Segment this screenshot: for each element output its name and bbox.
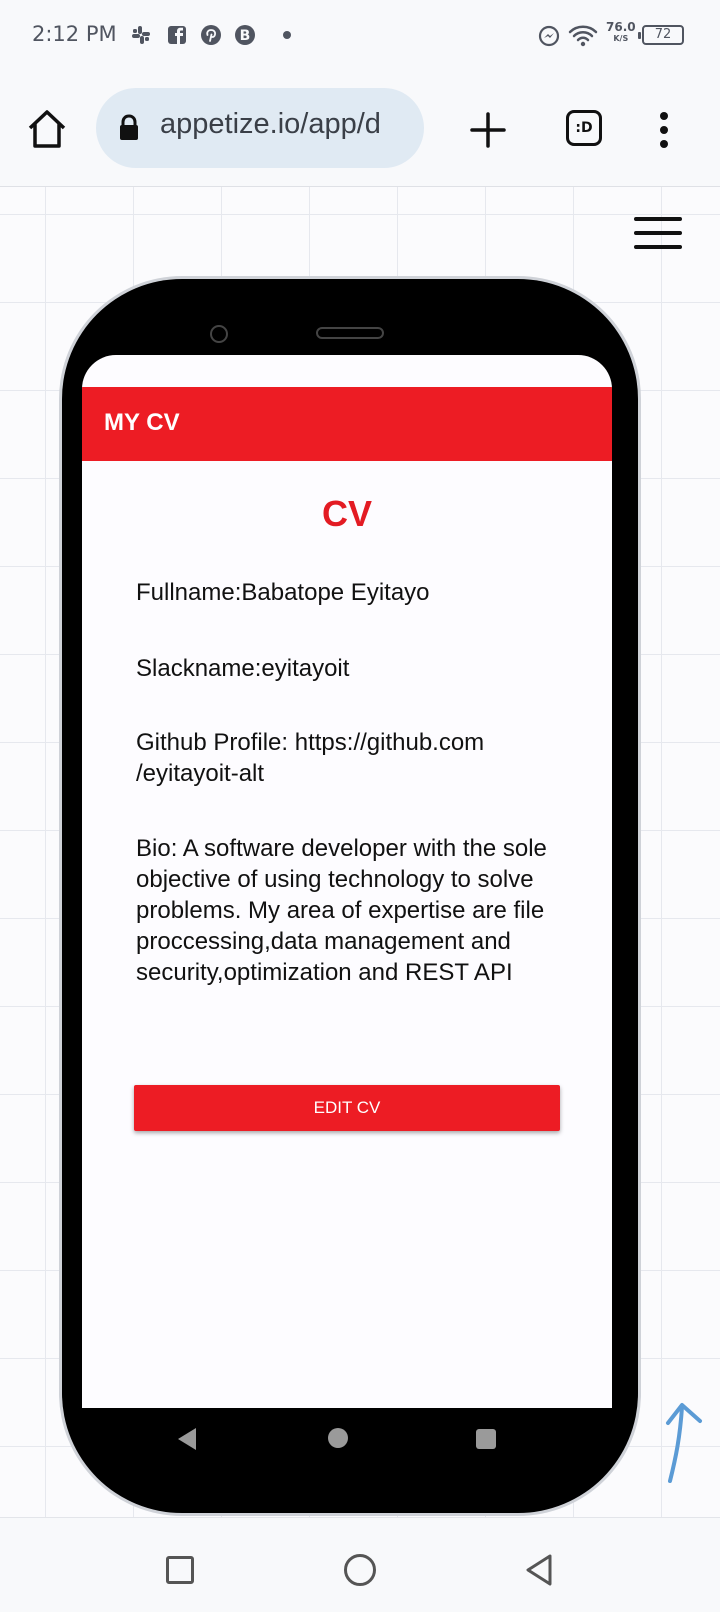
speaker-grille xyxy=(316,327,384,339)
b-icon: B xyxy=(235,25,255,45)
messenger-icon xyxy=(538,25,560,47)
wifi-icon xyxy=(568,25,598,47)
slackname-text: Slackname:eyitayoit xyxy=(136,655,350,682)
pinterest-icon xyxy=(201,25,221,45)
lock-icon xyxy=(120,114,138,140)
battery-icon: 72 xyxy=(638,25,684,45)
scroll-up-arrow-icon[interactable] xyxy=(662,1397,710,1483)
net-speed-value: 76.0 xyxy=(606,20,636,34)
emulator-nav-bar xyxy=(82,1408,612,1488)
camera-icon xyxy=(210,325,228,343)
status-bar: 2:12 PM B 76.0 K/S 72 xyxy=(0,0,720,72)
emulator-back-icon[interactable] xyxy=(178,1428,196,1450)
phone-emulator-frame: MY CV CV Fullname:Babatope Eyitayo Slack… xyxy=(62,279,638,1513)
screen: 2:12 PM B 76.0 K/S 72 appetize.io/app/d … xyxy=(0,0,720,1612)
address-bar[interactable]: appetize.io/app/d xyxy=(96,88,424,168)
home-nav-icon[interactable] xyxy=(344,1554,376,1586)
net-speed-unit: K/S xyxy=(613,34,629,43)
bio-text: Bio: A software developer with the sole … xyxy=(136,835,547,986)
more-menu-icon[interactable] xyxy=(652,108,676,152)
emulator-home-icon[interactable] xyxy=(328,1428,348,1448)
recents-icon[interactable] xyxy=(166,1556,194,1584)
slack-icon xyxy=(132,26,150,44)
hamburger-menu-icon[interactable] xyxy=(634,215,684,251)
emulator-recents-icon[interactable] xyxy=(476,1429,496,1449)
facebook-icon xyxy=(168,26,186,44)
home-icon[interactable] xyxy=(24,106,70,152)
app-screen[interactable]: MY CV CV Fullname:Babatope Eyitayo Slack… xyxy=(82,355,612,1408)
fullname-text: Fullname:Babatope Eyitayo xyxy=(136,579,430,606)
tabs-button[interactable]: :D xyxy=(566,110,602,146)
web-page: MY CV CV Fullname:Babatope Eyitayo Slack… xyxy=(0,187,720,1517)
github-profile-text: Github Profile: https://github.com /eyit… xyxy=(136,729,485,787)
back-icon[interactable] xyxy=(522,1552,556,1588)
url-text: appetize.io/app/d xyxy=(160,108,381,140)
edit-cv-button[interactable]: EDIT CV xyxy=(134,1085,560,1131)
dot-icon xyxy=(283,31,291,39)
net-speed: 76.0 K/S xyxy=(606,20,636,44)
status-time: 2:12 PM xyxy=(32,22,117,46)
browser-toolbar: appetize.io/app/d :D xyxy=(0,72,720,187)
cv-heading: CV xyxy=(321,493,372,534)
app-title: MY CV xyxy=(104,409,180,436)
app-bar: MY CV xyxy=(82,387,612,461)
svg-text:B: B xyxy=(240,28,251,44)
new-tab-icon[interactable] xyxy=(466,108,510,152)
system-nav-bar xyxy=(0,1517,720,1612)
